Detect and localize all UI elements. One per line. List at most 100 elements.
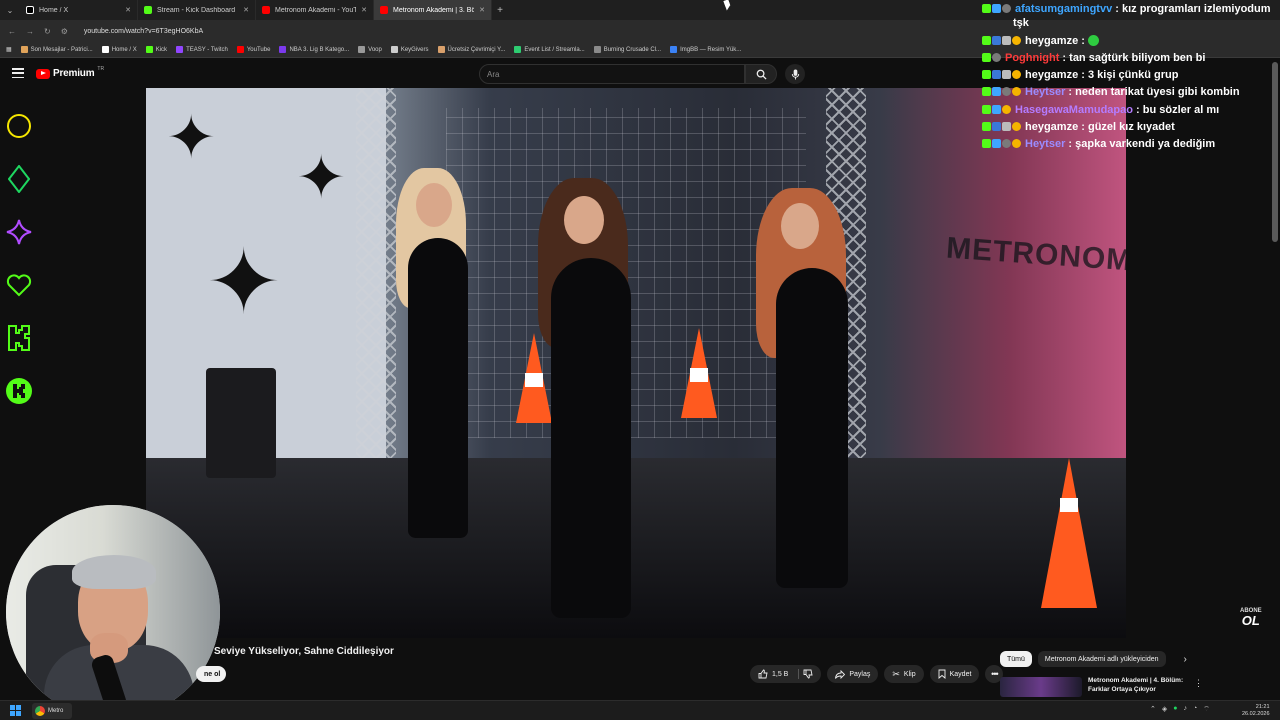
search-button[interactable] bbox=[745, 64, 777, 84]
chevron-up-icon[interactable]: ⌃ bbox=[1150, 705, 1156, 714]
new-tab-icon[interactable]: + bbox=[492, 5, 508, 16]
url-field[interactable]: youtube.com/watch?v=6T3egHO6KbA bbox=[84, 28, 203, 35]
save-button[interactable]: Kaydet bbox=[929, 665, 980, 683]
subscribe-watermark[interactable]: ABONE OL bbox=[1240, 608, 1262, 627]
bookmark-item[interactable]: ImgBB — Resim Yük... bbox=[670, 46, 741, 53]
tab-close-icon[interactable]: ✕ bbox=[361, 6, 367, 14]
forward-icon[interactable]: → bbox=[26, 27, 34, 36]
youtube-logo-icon bbox=[380, 6, 388, 14]
search-input[interactable]: Ara bbox=[479, 64, 745, 84]
tab-close-icon[interactable]: ✕ bbox=[479, 6, 485, 14]
tab-kick-dashboard[interactable]: Stream - Kick Dashboard ✕ bbox=[138, 0, 256, 20]
subscribe-button[interactable]: ne ol bbox=[196, 666, 227, 682]
chat-username: Poghnight bbox=[1005, 51, 1060, 64]
overlay-icon-column bbox=[5, 112, 33, 430]
bookmark-label: ImgBB — Resim Yük... bbox=[680, 46, 742, 53]
bookmark-icon bbox=[938, 669, 946, 679]
traffic-cone bbox=[516, 333, 552, 423]
chat-text: şapka varkendi ya dediğim bbox=[1075, 138, 1216, 151]
video-player[interactable]: ✦ ✦ ✦ METRONOM bbox=[146, 88, 1126, 638]
bookmark-label: Son Mesajlar - Patrici... bbox=[30, 46, 93, 53]
chat-separator: : bbox=[1065, 138, 1076, 151]
coin-badge-icon bbox=[1012, 87, 1021, 97]
dancer bbox=[776, 268, 848, 588]
chat-username: Heytser bbox=[1025, 86, 1066, 99]
clip-button[interactable]: ✂ Klip bbox=[884, 665, 924, 683]
apps-icon[interactable]: ▦ bbox=[6, 46, 12, 53]
chat-separator: : bbox=[1078, 69, 1088, 82]
chevron-right-icon[interactable]: › bbox=[1184, 654, 1187, 665]
more-vertical-icon[interactable]: ⋮ bbox=[1194, 678, 1203, 689]
chip-all[interactable]: Tümü bbox=[1000, 651, 1032, 667]
bookmark-item[interactable]: YouTube bbox=[236, 46, 270, 53]
bookmark-item[interactable]: Voop bbox=[358, 46, 382, 53]
bookmark-item[interactable]: Kick bbox=[145, 46, 168, 53]
network-icon[interactable]: ◈ bbox=[1162, 705, 1167, 714]
chat-username: Heytser bbox=[1025, 138, 1066, 151]
scissors-icon: ✂ bbox=[892, 668, 900, 679]
circle-icon bbox=[5, 112, 33, 140]
share-label: Paylaş bbox=[849, 670, 871, 678]
reload-icon[interactable]: ↻ bbox=[44, 27, 51, 36]
tab-metronom-channel[interactable]: Metronom Akademi - YouTube ✕ bbox=[256, 0, 374, 20]
bell-icon[interactable]: ◔ bbox=[1193, 705, 1197, 714]
youtube-logo-icon bbox=[262, 6, 270, 14]
tab-metronom-video[interactable]: Metronom Akademi | 3. Bö... ✕ bbox=[374, 0, 492, 20]
chat-separator: : bbox=[1059, 51, 1070, 64]
bookmark-favicon-icon bbox=[593, 46, 601, 53]
windows-start-icon[interactable] bbox=[10, 705, 21, 716]
recommended-video[interactable]: Metronom Akademi | 4. Bölüm: Farklar Ort… bbox=[1000, 677, 1200, 699]
bookmark-item[interactable]: NBA 3. Lig B Katego... bbox=[279, 46, 349, 53]
chip-from-uploader[interactable]: Metronom Akademi adlı yükleyiciden bbox=[1037, 651, 1166, 667]
tab-close-icon[interactable]: ✕ bbox=[125, 6, 131, 14]
bookmark-item[interactable]: Burning Crusade Cl... bbox=[593, 46, 661, 53]
spotify-icon[interactable]: ● bbox=[1173, 705, 1177, 714]
bookmark-item[interactable]: Home / X bbox=[101, 46, 137, 53]
bookmark-label: Voop bbox=[368, 46, 382, 53]
youtube-premium-logo[interactable]: Premium TR bbox=[36, 66, 104, 79]
bookmark-item[interactable]: TEASY - Twitch bbox=[176, 46, 228, 53]
wifi-icon[interactable]: ⌔ bbox=[1203, 705, 1210, 714]
traffic-cone bbox=[681, 328, 717, 418]
user-badges bbox=[982, 137, 1021, 149]
recommended-title[interactable]: Metronom Akademi | 4. Bölüm: Farklar Ort… bbox=[1088, 677, 1200, 699]
dancer-head bbox=[416, 183, 452, 227]
volume-icon[interactable]: ♪ bbox=[1184, 705, 1188, 714]
moderator-badge-icon bbox=[992, 35, 1001, 45]
menu-icon[interactable] bbox=[12, 68, 24, 78]
voice-search-button[interactable] bbox=[785, 64, 805, 84]
chat-emote-icon bbox=[1087, 34, 1099, 46]
chat-username: heygamze bbox=[1025, 121, 1079, 134]
tab-close-icon[interactable]: ✕ bbox=[243, 6, 249, 14]
bookmark-favicon-icon bbox=[358, 46, 366, 53]
tab-label: Metronom Akademi - YouTube bbox=[275, 6, 357, 14]
diamond-badge-icon bbox=[992, 139, 1001, 149]
share-button[interactable]: Paylaş bbox=[827, 665, 879, 683]
thumbs-down-icon[interactable] bbox=[803, 669, 813, 679]
bookmark-item[interactable]: Son Mesajlar - Patrici... bbox=[20, 46, 93, 53]
traffic-cone bbox=[1041, 458, 1097, 608]
coin-badge-icon bbox=[1012, 70, 1021, 80]
speaker bbox=[206, 368, 276, 478]
star-decoration: ✦ bbox=[166, 104, 217, 171]
diamond-badge-icon bbox=[992, 104, 1001, 114]
tab-home-x[interactable]: Home / X ✕ bbox=[20, 0, 138, 20]
like-button[interactable]: 1,5 B bbox=[750, 665, 822, 683]
bookmark-item[interactable]: KeyGivers bbox=[390, 46, 429, 53]
stream-chat-overlay: afatsumgamingtvv : kız programları izlem… bbox=[982, 2, 1280, 155]
clock-time: 21:21 bbox=[1255, 704, 1270, 710]
site-info-icon[interactable]: ⚙ bbox=[61, 27, 68, 36]
page-scrollbar[interactable] bbox=[1272, 62, 1278, 242]
recommended-thumbnail[interactable] bbox=[1000, 677, 1082, 697]
chat-separator: : bbox=[1132, 103, 1143, 116]
bookmark-item[interactable]: Ücretsiz Çevrimiçi Y... bbox=[437, 46, 505, 53]
bookmark-item[interactable]: Event List / Streamla... bbox=[514, 46, 585, 53]
taskbar-app-label: Metro bbox=[48, 708, 64, 714]
gem-badge-icon bbox=[1002, 139, 1011, 149]
bookmark-label: Kick bbox=[155, 46, 168, 53]
taskbar-app-chrome[interactable]: Metro bbox=[32, 703, 72, 719]
system-clock[interactable]: 21:21 26.02.2026 bbox=[1242, 704, 1270, 718]
kick-badge-icon bbox=[982, 122, 991, 132]
back-icon[interactable]: ← bbox=[8, 27, 16, 36]
tab-search-icon[interactable]: ⌄ bbox=[0, 0, 20, 20]
